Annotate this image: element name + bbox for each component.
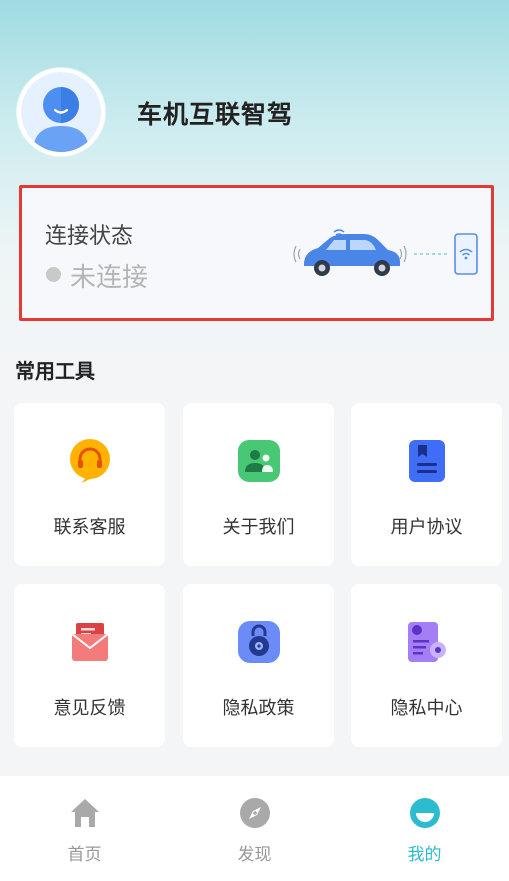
tool-label: 隐私政策 [222, 698, 295, 719]
tool-privacy-center[interactable]: 隐私中心 [351, 584, 502, 747]
tool-label: 关于我们 [222, 517, 295, 538]
privacy-settings-icon [405, 620, 449, 664]
tool-privacy-policy[interactable]: 隐私政策 [183, 584, 334, 747]
tool-user-agreement[interactable]: 用户协议 [351, 403, 502, 566]
nav-label-home: 首页 [67, 845, 102, 865]
tool-label: 隐私中心 [390, 698, 463, 719]
tool-about-us[interactable]: 关于我们 [183, 403, 334, 566]
bottom-navigation: 首页 发现 我的 [0, 776, 509, 881]
user-avatar[interactable] [17, 68, 105, 156]
tool-label: 联系客服 [53, 517, 126, 538]
connection-status-card[interactable]: 连接状态 未连接 [19, 185, 494, 321]
tool-feedback[interactable]: 意见反馈 [14, 584, 165, 747]
people-icon [237, 439, 281, 483]
lock-icon [237, 620, 281, 664]
headset-icon [68, 439, 112, 483]
nav-label-mine: 我的 [407, 845, 442, 865]
status-indicator-dot [46, 267, 61, 282]
car-phone-connection-illustration [290, 224, 480, 284]
nav-item-discover[interactable]: 发现 [170, 776, 339, 881]
home-icon [68, 796, 102, 830]
app-title: 车机互联智驾 [137, 100, 294, 129]
nav-label-discover: 发现 [237, 845, 272, 865]
tool-label: 用户协议 [390, 517, 463, 538]
tool-label: 意见反馈 [53, 698, 126, 719]
tool-contact-support[interactable]: 联系客服 [14, 403, 165, 566]
profile-face-icon [408, 796, 442, 830]
nav-item-home[interactable]: 首页 [0, 776, 169, 881]
nav-item-mine[interactable]: 我的 [340, 776, 509, 881]
connection-status-value: 未连接 [70, 263, 149, 293]
connection-status-title: 连接状态 [45, 224, 134, 249]
bookmark-document-icon [405, 439, 449, 483]
tools-section-title: 常用工具 [15, 359, 95, 383]
envelope-icon [68, 620, 112, 664]
compass-icon [238, 796, 272, 830]
user-avatar-icon [21, 72, 101, 152]
